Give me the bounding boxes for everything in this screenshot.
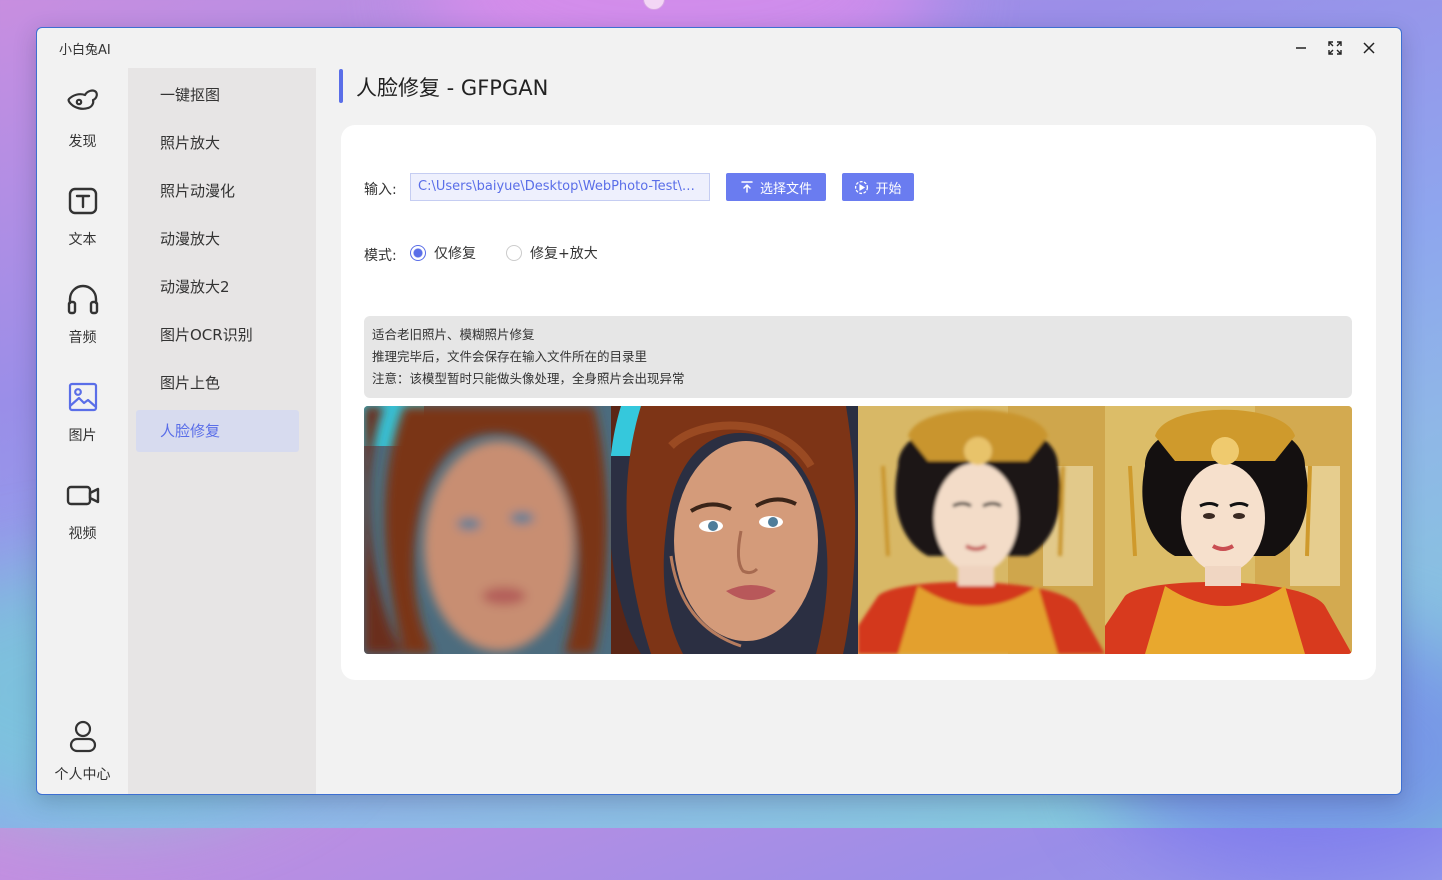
info-line: 适合老旧照片、模糊照片修复	[372, 327, 535, 342]
info-notes: 适合老旧照片、模糊照片修复 推理完毕后，文件会保存在输入文件所在的目录里 注意：…	[364, 316, 1352, 398]
input-label: 输入:	[364, 182, 397, 198]
mode-option-label: 仅修复	[434, 246, 476, 262]
rail-item-audio[interactable]: 音频	[37, 281, 128, 347]
app-window: 小白兔AI 发现 文本 音频 图片 视频 个人中心 一键抠图 照片放大 照片动漫…	[36, 27, 1402, 795]
sample-painting-restored	[1105, 406, 1352, 654]
maximize-button[interactable]	[1322, 36, 1348, 60]
page-title: 人脸修复 - GFPGAN	[356, 76, 549, 100]
info-line: 推理完毕后，文件会保存在输入文件所在的目录里	[372, 349, 648, 364]
radio-circle	[410, 245, 426, 261]
rail-label-audio: 音频	[68, 330, 97, 346]
upload-icon	[741, 181, 753, 193]
rail-label-video: 视频	[68, 526, 97, 542]
rail-item-text[interactable]: 文本	[37, 183, 128, 249]
title-bar: 小白兔AI	[37, 28, 1401, 68]
sub-item-anime-upscale-2[interactable]: 动漫放大2	[136, 266, 299, 308]
headphones-icon	[67, 284, 98, 315]
select-file-button[interactable]: 选择文件	[726, 173, 826, 201]
select-file-label: 选择文件	[759, 181, 812, 197]
text-icon	[68, 187, 97, 215]
rail-item-video[interactable]: 视频	[37, 477, 128, 543]
sample-comparison-image	[364, 406, 1352, 654]
play-circle-icon	[855, 180, 869, 194]
user-icon	[69, 720, 96, 753]
fullscreen-icon	[1328, 41, 1342, 55]
sub-item-face-restore[interactable]: 人脸修复	[136, 410, 299, 452]
sample-blurry-portrait	[364, 406, 611, 654]
title-accent-bar	[339, 69, 343, 103]
rail-item-profile[interactable]: 个人中心	[37, 718, 128, 784]
sub-item-colorize[interactable]: 图片上色	[136, 362, 299, 404]
video-icon	[66, 485, 99, 506]
discover-icon	[67, 89, 98, 110]
sub-item-cutout[interactable]: 一键抠图	[136, 74, 299, 116]
mode-label: 模式:	[364, 248, 397, 264]
info-line: 注意：该模型暂时只能做头像处理，全身照片会出现异常	[372, 371, 685, 386]
sample-painting-original	[858, 406, 1105, 654]
close-icon	[1363, 42, 1375, 54]
app-title: 小白兔AI	[59, 43, 111, 58]
icon-rail: 发现 文本 音频 图片 视频 个人中心	[37, 68, 128, 794]
task-card: 输入: C:\Users\baiyue\Desktop\WebPhoto-Tes…	[341, 125, 1376, 680]
rail-label-profile: 个人中心	[54, 767, 111, 783]
radio-circle	[506, 245, 522, 261]
start-label: 开始	[875, 181, 902, 197]
rail-label-image: 图片	[68, 428, 97, 444]
mode-radio-restore-only[interactable]: 仅修复	[410, 243, 476, 263]
rail-label-discover: 发现	[68, 134, 97, 150]
main-content: 人脸修复 - GFPGAN 输入: C:\Users\baiyue\Deskto…	[316, 68, 1401, 794]
start-button[interactable]: 开始	[842, 173, 914, 201]
sub-menu: 一键抠图 照片放大 照片动漫化 动漫放大 动漫放大2 图片OCR识别 图片上色 …	[128, 68, 397, 794]
input-path-field[interactable]: C:\Users\baiyue\Desktop\WebPhoto-Test\10…	[410, 173, 710, 201]
minimize-button[interactable]	[1288, 36, 1314, 60]
rail-item-image[interactable]: 图片	[37, 379, 128, 445]
mode-option-label: 修复+放大	[530, 246, 598, 262]
sub-item-anime-upscale[interactable]: 动漫放大	[136, 218, 299, 260]
rail-label-text: 文本	[68, 232, 97, 248]
sample-restored-portrait	[611, 406, 858, 654]
close-button[interactable]	[1356, 36, 1382, 60]
minimize-icon	[1296, 47, 1306, 49]
sub-item-ocr[interactable]: 图片OCR识别	[136, 314, 299, 356]
rail-item-discover[interactable]: 发现	[37, 85, 128, 151]
image-icon	[68, 382, 97, 412]
sub-item-photo-upscale[interactable]: 照片放大	[136, 122, 299, 164]
sub-item-photo-anime[interactable]: 照片动漫化	[136, 170, 299, 212]
mode-radio-restore-upscale[interactable]: 修复+放大	[506, 243, 598, 263]
